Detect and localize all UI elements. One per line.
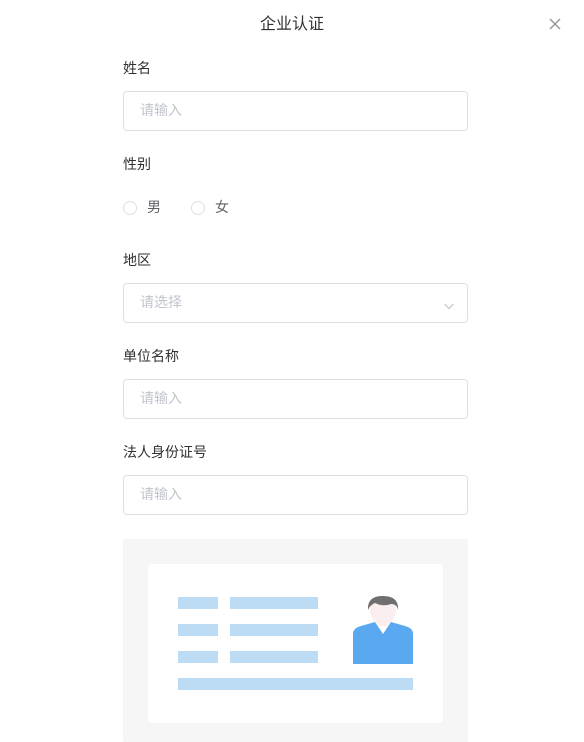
region-select[interactable]: 请选择 <box>123 283 468 323</box>
name-input-placeholder: 请输入 <box>140 103 182 119</box>
legal-id-label: 法人身份证号 <box>123 445 207 461</box>
dialog-title: 企业认证 <box>259 14 324 33</box>
radio-label-female: 女 <box>215 200 229 216</box>
company-name-input-placeholder: 请输入 <box>140 391 182 407</box>
enterprise-auth-dialog: 企业认证 姓名 请输入 性别 男 女 地区 请选择 单位名称 请输入 法人身份证… <box>0 0 584 742</box>
radio-circle <box>191 201 205 215</box>
company-name-label: 单位名称 <box>123 349 179 365</box>
region-label: 地区 <box>123 253 151 269</box>
region-select-placeholder: 请选择 <box>140 295 182 311</box>
gender-radio-male[interactable]: 男 <box>123 200 161 216</box>
legal-id-input-placeholder: 请输入 <box>140 487 182 503</box>
name-label: 姓名 <box>123 61 151 77</box>
legal-id-input[interactable]: 请输入 <box>123 475 468 515</box>
radio-circle <box>123 201 137 215</box>
radio-label-male: 男 <box>147 200 161 216</box>
name-input[interactable]: 请输入 <box>123 91 468 131</box>
card-line <box>230 651 318 663</box>
card-line <box>178 678 413 690</box>
card-line <box>230 597 318 609</box>
id-card-upload-area[interactable] <box>123 539 468 742</box>
company-name-input[interactable]: 请输入 <box>123 379 468 419</box>
card-line <box>230 624 318 636</box>
close-icon[interactable] <box>546 15 564 33</box>
chevron-down-icon <box>443 297 455 310</box>
card-line <box>178 624 218 636</box>
card-line <box>178 651 218 663</box>
card-line <box>178 597 218 609</box>
id-card-icon <box>148 564 443 723</box>
gender-radio-female[interactable]: 女 <box>191 200 229 216</box>
gender-label: 性别 <box>123 157 151 173</box>
person-avatar-icon <box>353 596 413 664</box>
